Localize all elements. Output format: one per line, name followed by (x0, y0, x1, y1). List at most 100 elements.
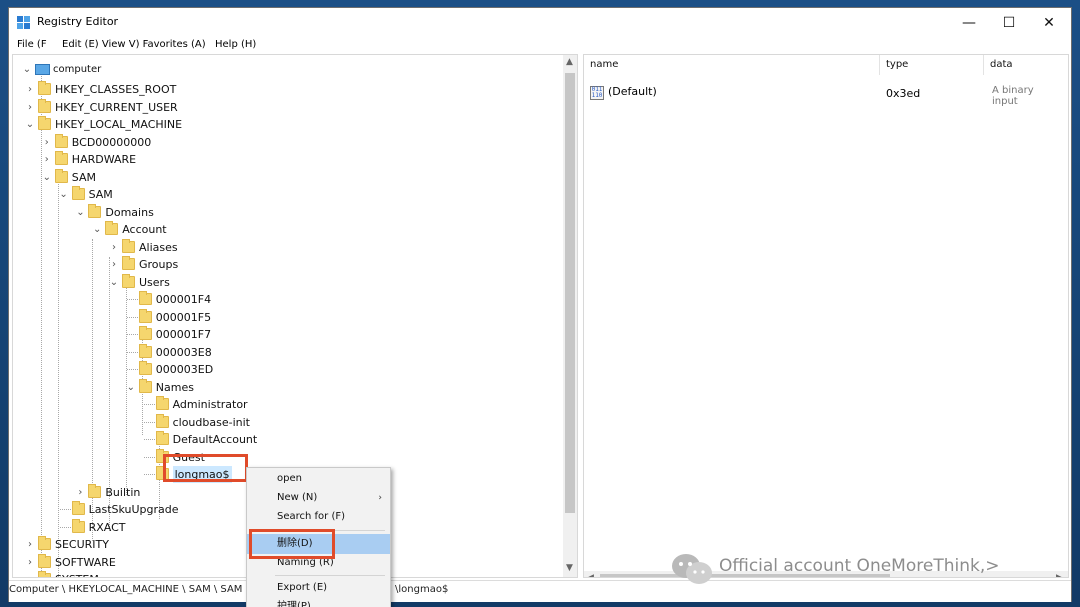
tree-node-label: SECURITY (55, 538, 109, 551)
menu-edit-view-favorites[interactable]: Edit (E) View V) Favorites (A) (62, 39, 206, 50)
tree-node-label: 000001F4 (155, 293, 212, 306)
context-menu-permissions[interactable]: 护理(P) (247, 597, 390, 607)
menu-file[interactable]: File (F (17, 39, 47, 50)
tree-node-label: Groups (139, 258, 179, 271)
tree-node-label: 000003ED (155, 363, 214, 376)
folder-icon (38, 553, 51, 568)
maximize-button[interactable]: ☐ (991, 12, 1027, 34)
scroll-left-icon[interactable]: ◀ (587, 573, 594, 577)
expander-collapse-icon[interactable]: ⌄ (24, 116, 36, 133)
tree-node-label: 000003E8 (155, 345, 212, 359)
expander-collapse-icon[interactable]: ⌄ (74, 204, 86, 221)
folder-icon (38, 81, 51, 95)
scroll-thumb[interactable] (565, 73, 575, 513)
expander-collapse-icon[interactable]: ⌄ (58, 186, 70, 203)
column-header-type[interactable]: type (880, 55, 984, 75)
folder-icon (38, 116, 51, 130)
expander-expand-icon[interactable]: › (74, 484, 86, 501)
context-menu-new-label: New (N) (277, 492, 318, 503)
column-header-name[interactable]: name (584, 55, 880, 75)
scroll-up-icon[interactable]: ▲ (566, 57, 573, 67)
values-list-pane[interactable]: name type data 011 110 (Default) 0x3ed A… (583, 54, 1069, 578)
folder-icon (54, 133, 68, 148)
context-menu-search[interactable]: Search for (F) (247, 507, 390, 527)
tree-node-label: computer (53, 64, 102, 75)
folder-icon (138, 378, 152, 393)
registry-editor-app-icon (17, 16, 30, 29)
folder-icon (122, 238, 135, 253)
expander-expand-icon[interactable]: › (41, 134, 53, 151)
registry-editor-window: Registry Editor — ☐ ✕ File (F Edit (E) V… (8, 7, 1072, 602)
scroll-down-icon[interactable]: ▼ (566, 563, 573, 573)
column-header-data[interactable]: data (984, 55, 1068, 75)
tree-node-label: BCD00000000 (71, 135, 152, 149)
folder-icon (138, 361, 152, 375)
context-menu-open[interactable]: open (247, 469, 390, 489)
expander-expand-icon[interactable]: › (24, 81, 36, 98)
folder-icon (71, 186, 85, 200)
context-menu-export[interactable]: Export (E) (247, 578, 390, 598)
tree-node-label: HARDWARE (71, 153, 137, 166)
tree-node-label: SAM (88, 188, 113, 201)
highlight-box-delete (249, 529, 335, 559)
tree-node-label: DefaultAccount (172, 433, 258, 446)
folder-icon (38, 571, 51, 577)
expander-expand-icon[interactable]: › (24, 99, 36, 116)
tree-node-label: Administrator (172, 398, 248, 411)
menu-help[interactable]: Help (H) (215, 39, 256, 50)
tree-node-label: RXACT (88, 520, 126, 534)
scroll-right-icon[interactable]: ▶ (1056, 573, 1063, 577)
tree-node-label: SYSTEM (55, 571, 99, 577)
folder-icon (38, 98, 51, 113)
close-button[interactable]: ✕ (1031, 12, 1067, 34)
folder-icon (138, 343, 152, 358)
expander-collapse-icon[interactable]: ⌄ (91, 221, 103, 238)
computer-icon (35, 64, 50, 75)
value-row[interactable]: 011 110 (Default) 0x3ed A binary input (590, 85, 1060, 107)
expander-expand-icon[interactable]: › (108, 239, 120, 256)
folder-icon (71, 501, 85, 515)
tree-node-label: Account (122, 223, 167, 236)
submenu-arrow-icon: › (378, 493, 382, 503)
window-title: Registry Editor (37, 15, 119, 28)
folder-icon (155, 396, 169, 410)
value-type: 0x3ed (886, 87, 921, 100)
tree-node-label: Aliases (139, 240, 178, 254)
folder-icon (155, 413, 169, 428)
folder-icon (71, 518, 85, 533)
folder-icon (105, 221, 119, 235)
expander-collapse-icon[interactable]: ⌄ (108, 274, 120, 291)
expander-expand-icon[interactable]: › (41, 151, 53, 168)
tree-vertical-scrollbar[interactable]: ▲ ▼ (563, 55, 577, 577)
expander-expand-icon[interactable]: › (108, 256, 120, 273)
context-menu-new[interactable]: New (N) › (247, 488, 390, 508)
highlight-box-longmao (163, 454, 248, 482)
expander-collapse-icon[interactable]: ⌄ (41, 169, 53, 186)
tree-node-label: HKEY_CLASSES_ROOT (55, 83, 177, 96)
folder-icon (155, 431, 169, 445)
tree-node-label: Builtin (105, 485, 141, 499)
tree-node-label: Users (139, 275, 170, 289)
folder-icon (138, 326, 152, 340)
expander-collapse-icon[interactable]: ⌄ (125, 379, 137, 396)
expander-expand-icon[interactable]: › (24, 554, 36, 571)
folder-icon (38, 536, 51, 550)
expander-expand-icon[interactable]: › (24, 571, 36, 577)
binary-value-icon: 011 110 (590, 86, 604, 100)
folder-icon (88, 203, 102, 218)
folder-icon (88, 483, 102, 498)
minimize-button[interactable]: — (951, 12, 987, 34)
title-bar: Registry Editor — ☐ ✕ (9, 8, 1071, 36)
value-data: A binary input (992, 85, 1034, 107)
expander-collapse-icon[interactable]: ⌄ (21, 61, 33, 78)
expander-expand-icon[interactable]: › (24, 536, 36, 553)
